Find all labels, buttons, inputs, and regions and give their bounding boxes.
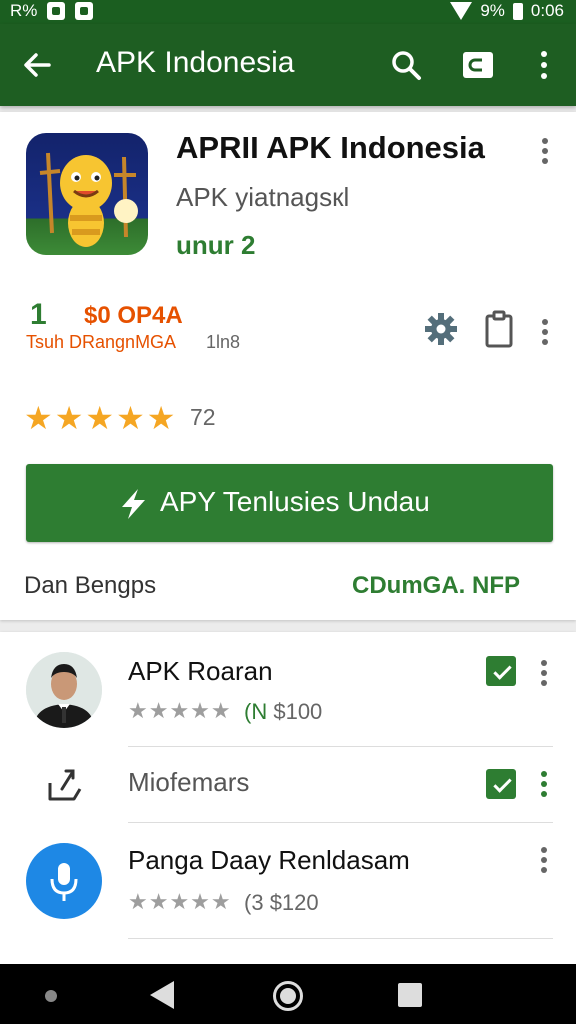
star-icon: ★ [85, 400, 115, 436]
rating-stars: ★ ★ ★ ★ ★ [24, 402, 175, 434]
chat-icon[interactable] [486, 769, 516, 799]
mic-icon [26, 843, 102, 919]
install-button[interactable]: APY Tenlusies Undau [26, 464, 553, 542]
more-vert-icon[interactable] [532, 48, 556, 82]
status-bar: R% 9% 0:06 [0, 0, 576, 24]
battery-icon [512, 2, 523, 20]
stat-price: $0 OP4A [84, 302, 183, 329]
related-list-card: APK Roaran ★★★★★ (N $100 Miofemars Panga… [0, 632, 576, 964]
app-details-card: APRII APK Indonesia APK yiatnagsкl unur … [0, 112, 576, 620]
nav-back-icon[interactable] [150, 981, 174, 1009]
stat-subtext-2: 1ln8 [206, 332, 241, 352]
app-title: APRII APK Indonesia [176, 130, 485, 165]
list-item-meta-prefix: (N [244, 699, 268, 724]
cast-icon[interactable] [462, 51, 494, 79]
install-button-label: APY Tenlusies Undau [160, 486, 430, 517]
app-badge: unur 2 [176, 230, 256, 260]
developer-name[interactable]: APK yiatnagsкl [176, 182, 349, 213]
chat-icon[interactable] [486, 656, 516, 686]
list-item-more-icon[interactable] [534, 767, 554, 801]
status-left-text: R% [10, 1, 38, 20]
list-item-more-icon[interactable] [534, 843, 554, 877]
star-icon: ★ [146, 400, 176, 436]
app-more-icon[interactable] [535, 134, 555, 168]
list-item-price: $100 [273, 699, 323, 724]
list-item[interactable]: Panga Daay Renldasam ★★★★★ (3 $120 [0, 823, 576, 938]
list-item-title: APK Roaran [128, 656, 273, 686]
list-item-title: Miofemars [128, 767, 250, 797]
star-icon: ★ [116, 400, 145, 436]
list-item-title: Panga Daay Renldasam [128, 845, 410, 875]
stat-subtext: Tsuh DRangnMGA [26, 332, 177, 352]
avatar [26, 652, 102, 728]
list-item-price: $120 [269, 890, 319, 915]
wifi-icon [450, 2, 473, 20]
list-item-stars: ★★★★★ [128, 889, 232, 914]
nav-dot-icon [45, 990, 57, 1002]
app-bar: APK Indonesia [0, 24, 576, 106]
app-icon [26, 133, 148, 255]
notification-icon [47, 2, 66, 20]
list-item-meta: (N $100 [244, 699, 322, 725]
gear-icon[interactable] [424, 312, 458, 346]
list-item[interactable]: Miofemars [0, 747, 576, 821]
share-icon [48, 769, 82, 801]
footer-left-text: Dan Bengps [24, 572, 157, 599]
system-nav-bar [0, 964, 576, 1024]
list-item[interactable]: APK Roaran ★★★★★ (N $100 [0, 632, 576, 746]
footer-right-link[interactable]: CDumGA. NFP [352, 572, 520, 600]
arrow-left-icon[interactable] [22, 50, 52, 80]
bolt-icon [122, 489, 145, 519]
battery-percent: 9% [480, 1, 505, 20]
list-item-meta-prefix: (3 [244, 890, 264, 915]
star-icon: ★ [24, 400, 53, 436]
clipboard-icon[interactable] [484, 310, 514, 348]
app-bar-title: APK Indonesia [96, 46, 295, 79]
list-item-meta: (3 $120 [244, 890, 319, 916]
nav-recents-icon[interactable] [398, 983, 422, 1007]
status-time: 0:06 [530, 1, 564, 20]
stats-more-icon[interactable] [535, 315, 555, 349]
divider [128, 938, 553, 939]
star-icon: ★ [54, 400, 84, 436]
rating-count: 72 [190, 404, 216, 430]
list-item-stars: ★★★★★ [128, 698, 232, 723]
stat-number: 1 [30, 298, 47, 331]
nav-home-icon[interactable] [273, 981, 303, 1011]
list-item-more-icon[interactable] [534, 656, 554, 690]
search-icon[interactable] [390, 49, 422, 81]
notification-icon-2 [75, 2, 94, 20]
